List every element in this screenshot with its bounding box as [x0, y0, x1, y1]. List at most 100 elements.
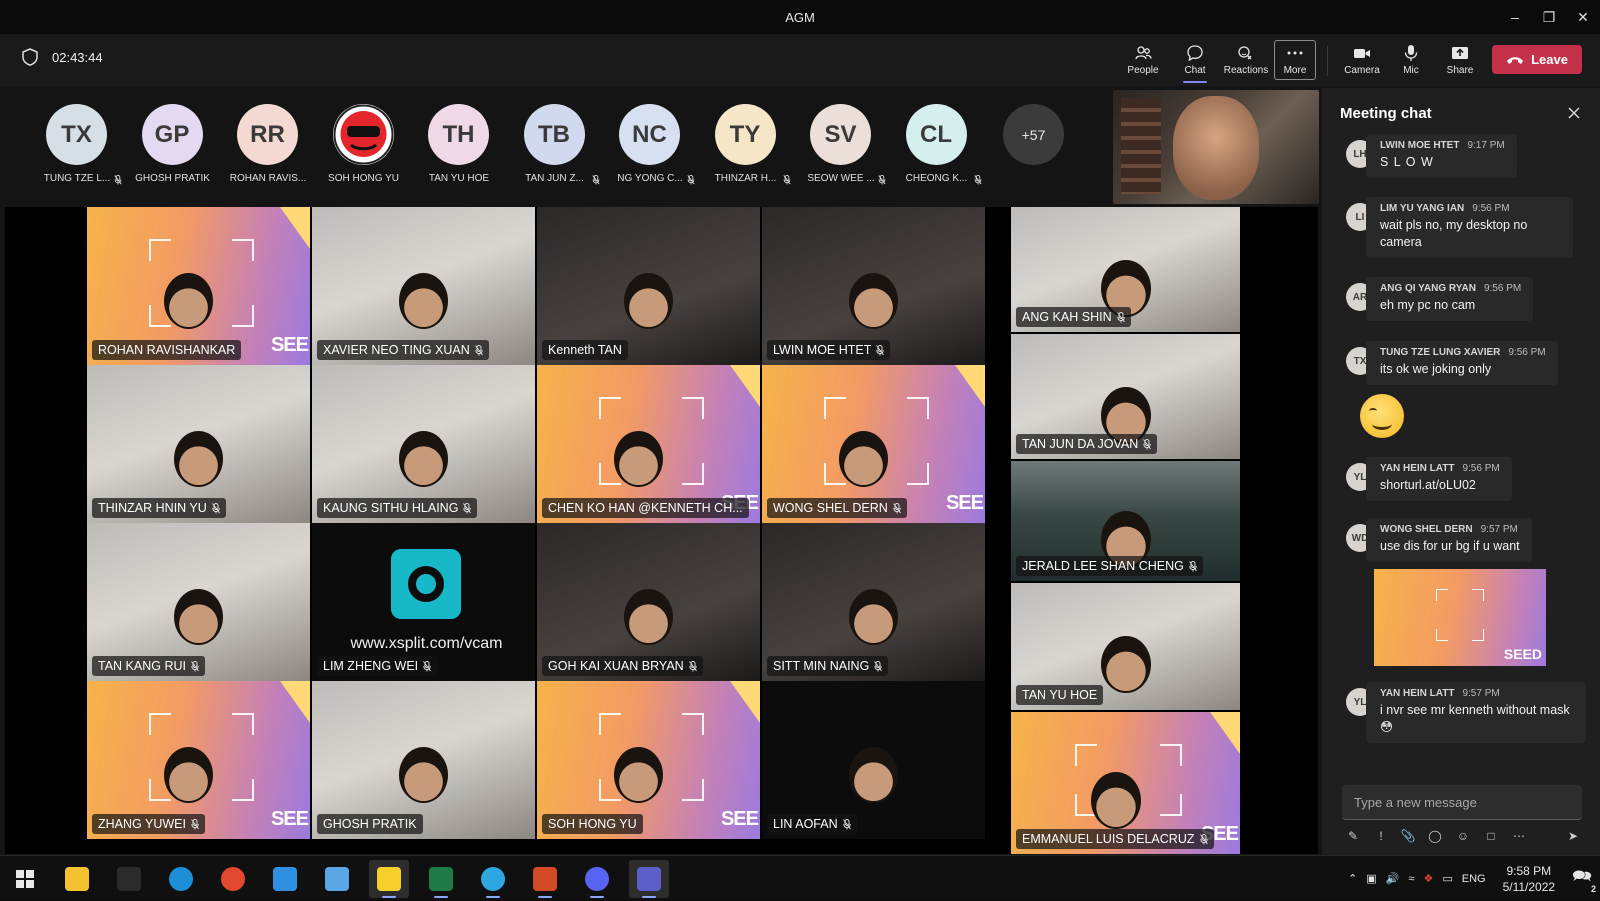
- format-icon[interactable]: ✎: [1345, 828, 1361, 844]
- wifi-icon[interactable]: ≈: [1408, 873, 1414, 885]
- tile-participant-name: ROHAN RAVISHANKAR: [98, 343, 236, 357]
- meet-now-icon[interactable]: ▣: [1366, 872, 1376, 885]
- video-tile[interactable]: TAN JUN DA JOVAN: [1011, 334, 1240, 459]
- taskbar-app[interactable]: [473, 860, 513, 898]
- avatar: TY: [714, 104, 776, 165]
- message-time: 9:56 PM: [1472, 203, 1510, 214]
- tile-participant-name: EMMANUEL LUIS DELACRUZ: [1022, 832, 1195, 846]
- video-tile[interactable]: SEE SOH HONG YU: [537, 681, 760, 839]
- compose-message-input[interactable]: Type a new message: [1342, 785, 1582, 820]
- video-tile[interactable]: www.xsplit.com/vcam LIM ZHENG WEI: [312, 523, 535, 681]
- video-tile[interactable]: LWIN MOE HTET: [762, 207, 985, 365]
- chat-button[interactable]: Chat: [1172, 40, 1218, 80]
- restore-icon[interactable]: ❐: [1532, 0, 1566, 34]
- video-tile[interactable]: ANG KAH SHIN: [1011, 207, 1240, 332]
- camera-button[interactable]: Camera: [1339, 40, 1385, 80]
- share-button[interactable]: Share: [1437, 40, 1483, 80]
- language-indicator[interactable]: ENG: [1462, 873, 1486, 885]
- taskbar-app[interactable]: [317, 860, 357, 898]
- taskbar-app[interactable]: [109, 860, 149, 898]
- minimize-icon[interactable]: –: [1498, 0, 1532, 34]
- tile-name-label: CHEN KO HAN @KENNETH CH...: [542, 498, 749, 518]
- video-tile[interactable]: SEE ZHANG YUWEI: [87, 681, 310, 839]
- telegram-icon: [481, 867, 505, 891]
- running-indicator: [642, 896, 656, 898]
- avatar: [332, 104, 394, 165]
- roster-participant[interactable]: TB TAN JUN Z...: [507, 104, 603, 194]
- video-tile[interactable]: SEECHEN KO HAN @KENNETH CH...: [537, 365, 760, 523]
- seed-logo-text: SEE: [270, 808, 309, 830]
- taskbar-app[interactable]: [265, 860, 305, 898]
- notification-icon[interactable]: 🗪 2: [1572, 865, 1596, 894]
- frame-corner: [1159, 744, 1182, 766]
- roster-participant[interactable]: TY THINZAR H...: [698, 104, 794, 194]
- self-view-video[interactable]: [1113, 90, 1319, 204]
- emoji-icon[interactable]: ☺: [1455, 828, 1471, 844]
- taskbar-app[interactable]: [161, 860, 201, 898]
- roster-participant[interactable]: TH TAN YU HOE: [411, 104, 507, 194]
- participant-name: SEOW WEE ...: [807, 173, 875, 184]
- clock[interactable]: 9:58 PM 5/11/2022: [1503, 863, 1556, 895]
- priority-icon[interactable]: !: [1373, 828, 1389, 844]
- taskbar-app[interactable]: [577, 860, 617, 898]
- xsplit-url: www.xsplit.com/vcam: [350, 635, 503, 652]
- video-tile[interactable]: Kenneth TAN: [537, 207, 760, 365]
- mic-button[interactable]: Mic: [1388, 40, 1434, 80]
- sender-initials: TX: [1353, 355, 1367, 367]
- taskbar-app[interactable]: [525, 860, 565, 898]
- video-tile[interactable]: SITT MIN NAING: [762, 523, 985, 681]
- video-tile[interactable]: SEE EMMANUEL LUIS DELACRUZ: [1011, 712, 1240, 854]
- video-tile[interactable]: JERALD LEE SHAN CHENG: [1011, 461, 1240, 581]
- tile-participant-name: KAUNG SITHU HLAING: [323, 501, 459, 515]
- taskbar-app[interactable]: [213, 860, 253, 898]
- chrome-icon: [221, 867, 245, 891]
- roster-participant[interactable]: SV SEOW WEE ...: [793, 104, 889, 194]
- frame-corner: [231, 779, 254, 801]
- taskbar-app[interactable]: [421, 860, 461, 898]
- loop-icon[interactable]: ◯: [1427, 828, 1443, 844]
- more-button[interactable]: More: [1274, 40, 1316, 80]
- participant-name: NG YONG C...: [617, 173, 683, 184]
- taskbar-app[interactable]: [369, 860, 409, 898]
- battery-icon[interactable]: ▭: [1442, 872, 1452, 885]
- video-tile[interactable]: TAN YU HOE: [1011, 583, 1240, 710]
- attach-icon[interactable]: 📎: [1400, 828, 1416, 844]
- video-tile[interactable]: GHOSH PRATIK: [312, 681, 535, 839]
- shared-background-image[interactable]: SEED: [1374, 569, 1546, 666]
- roster-participant[interactable]: RR ROHAN RAVIS...: [220, 104, 316, 194]
- roster-participant[interactable]: CL CHEONG K...: [889, 104, 985, 194]
- more-participants-button[interactable]: +57: [1003, 104, 1064, 165]
- message-meta: LWIN MOE HTET 9:17 PM: [1380, 140, 1505, 151]
- video-tile[interactable]: TAN KANG RUI: [87, 523, 310, 681]
- leave-button[interactable]: Leave: [1492, 45, 1582, 74]
- sticker-icon[interactable]: □: [1483, 828, 1499, 844]
- roster-participant[interactable]: NC NG YONG C...: [602, 104, 698, 194]
- video-tile[interactable]: XAVIER NEO TING XUAN: [312, 207, 535, 365]
- video-tile[interactable]: THINZAR HNIN YU: [87, 365, 310, 523]
- roster-participant[interactable]: GP GHOSH PRATIK: [125, 104, 221, 194]
- video-tile[interactable]: GOH KAI XUAN BRYAN: [537, 523, 760, 681]
- taskbar-app[interactable]: [5, 860, 45, 898]
- taskbar-app[interactable]: [629, 860, 669, 898]
- participant-face: [849, 273, 898, 329]
- close-icon[interactable]: [1566, 105, 1582, 121]
- message-bubble: YAN HEIN LATT 9:56 PM shorturl.at/oLU02: [1366, 457, 1512, 501]
- reactions-button[interactable]: Reactions: [1220, 40, 1272, 80]
- chevron-up-icon[interactable]: ⌃: [1348, 872, 1357, 885]
- close-window-icon[interactable]: ✕: [1566, 0, 1600, 34]
- send-icon[interactable]: ➤: [1565, 828, 1581, 844]
- roster-participant[interactable]: TX TUNG TZE L...: [29, 104, 125, 194]
- participant-name: ROHAN RAVIS...: [229, 173, 307, 184]
- roster-participant[interactable]: SOH HONG YU: [316, 104, 412, 194]
- people-button[interactable]: People: [1120, 40, 1166, 80]
- toolbar-divider: [1327, 46, 1328, 76]
- more-options-icon[interactable]: ⋯: [1511, 828, 1527, 844]
- video-tile[interactable]: SEE ROHAN RAVISHANKAR: [87, 207, 310, 365]
- volume-icon[interactable]: 🔊: [1386, 872, 1400, 885]
- taskbar-app[interactable]: [57, 860, 97, 898]
- video-tile[interactable]: KAUNG SITHU HLAING: [312, 365, 535, 523]
- video-tile[interactable]: SEE WONG SHEL DERN: [762, 365, 985, 523]
- app-tray-icon[interactable]: ❖: [1423, 872, 1433, 885]
- mic-off-icon: [114, 175, 122, 185]
- video-tile[interactable]: LIN AOFAN: [762, 681, 985, 839]
